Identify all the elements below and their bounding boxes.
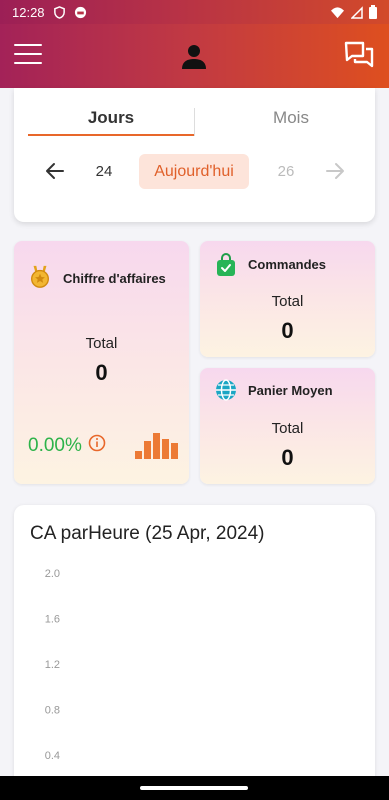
y-tick-label: 0.8 [45, 705, 60, 717]
y-tick-label: 2.0 [45, 568, 60, 580]
shopping-bag-icon [217, 253, 235, 276]
signal-icon [351, 5, 363, 19]
average-cart-total-value: 0 [281, 445, 294, 470]
hourly-revenue-chart-card: CA parHeure (25 Apr, 2024) 2.0 1.6 1.2 0.8 0… [14, 505, 375, 800]
orders-total-value: 0 [281, 318, 294, 343]
globe-icon [216, 379, 236, 401]
revenue-percent-change: 0.00% [28, 435, 82, 456]
arrow-right-icon[interactable] [324, 160, 346, 182]
revenue-total-value: 0 [95, 360, 108, 385]
chart-title: CA parHeure (25 Apr, 2024) [30, 523, 265, 544]
tab-mois[interactable]: Mois [208, 108, 374, 128]
orders-title: Commandes [248, 257, 327, 272]
app-bar [0, 24, 389, 88]
orders-card[interactable]: Commandes Total 0 [200, 241, 375, 357]
y-tick-label: 0.4 [45, 750, 60, 762]
tab-divider [194, 108, 195, 136]
battery-icon [369, 5, 377, 19]
chat-icon[interactable] [343, 40, 375, 70]
average-cart-total-label: Total [271, 420, 304, 437]
shield-icon [53, 5, 65, 19]
next-day[interactable]: 26 [270, 163, 302, 180]
app-notification-icon [74, 6, 86, 18]
revenue-card[interactable]: Chiffre d'affaires Total 0 0.00% [14, 241, 189, 484]
period-selector-card: Jours Mois 24 Aujourd'hui 26 [14, 88, 375, 222]
status-time: 12:28 [12, 4, 45, 20]
wifi-icon [331, 6, 344, 18]
arrow-left-icon[interactable] [44, 160, 66, 182]
medal-icon [31, 265, 49, 288]
y-tick-label: 1.6 [45, 614, 60, 626]
orders-total-label: Total [271, 293, 304, 310]
status-bar: 12:28 [0, 0, 389, 24]
hourly-revenue-chart: 2.0 1.6 1.2 0.8 0.4 [45, 568, 60, 762]
average-cart-card[interactable]: Panier Moyen Total 0 [200, 368, 375, 484]
y-tick-label: 1.2 [45, 659, 60, 671]
revenue-title: Chiffre d'affaires [63, 271, 166, 286]
bar-chart-icon [135, 433, 178, 459]
day-navigation: 24 Aujourd'hui 26 [14, 154, 375, 190]
revenue-total-label: Total [85, 335, 118, 352]
home-gesture-handle[interactable] [140, 786, 248, 790]
system-navigation-bar [0, 776, 389, 800]
tab-jours[interactable]: Jours [28, 108, 194, 128]
active-tab-indicator [28, 134, 194, 136]
info-icon[interactable] [88, 434, 106, 452]
profile-icon[interactable] [180, 42, 208, 70]
average-cart-title: Panier Moyen [248, 383, 333, 398]
previous-day[interactable]: 24 [88, 163, 120, 180]
hamburger-menu-icon[interactable] [14, 44, 44, 66]
today-button[interactable]: Aujourd'hui [139, 154, 249, 189]
